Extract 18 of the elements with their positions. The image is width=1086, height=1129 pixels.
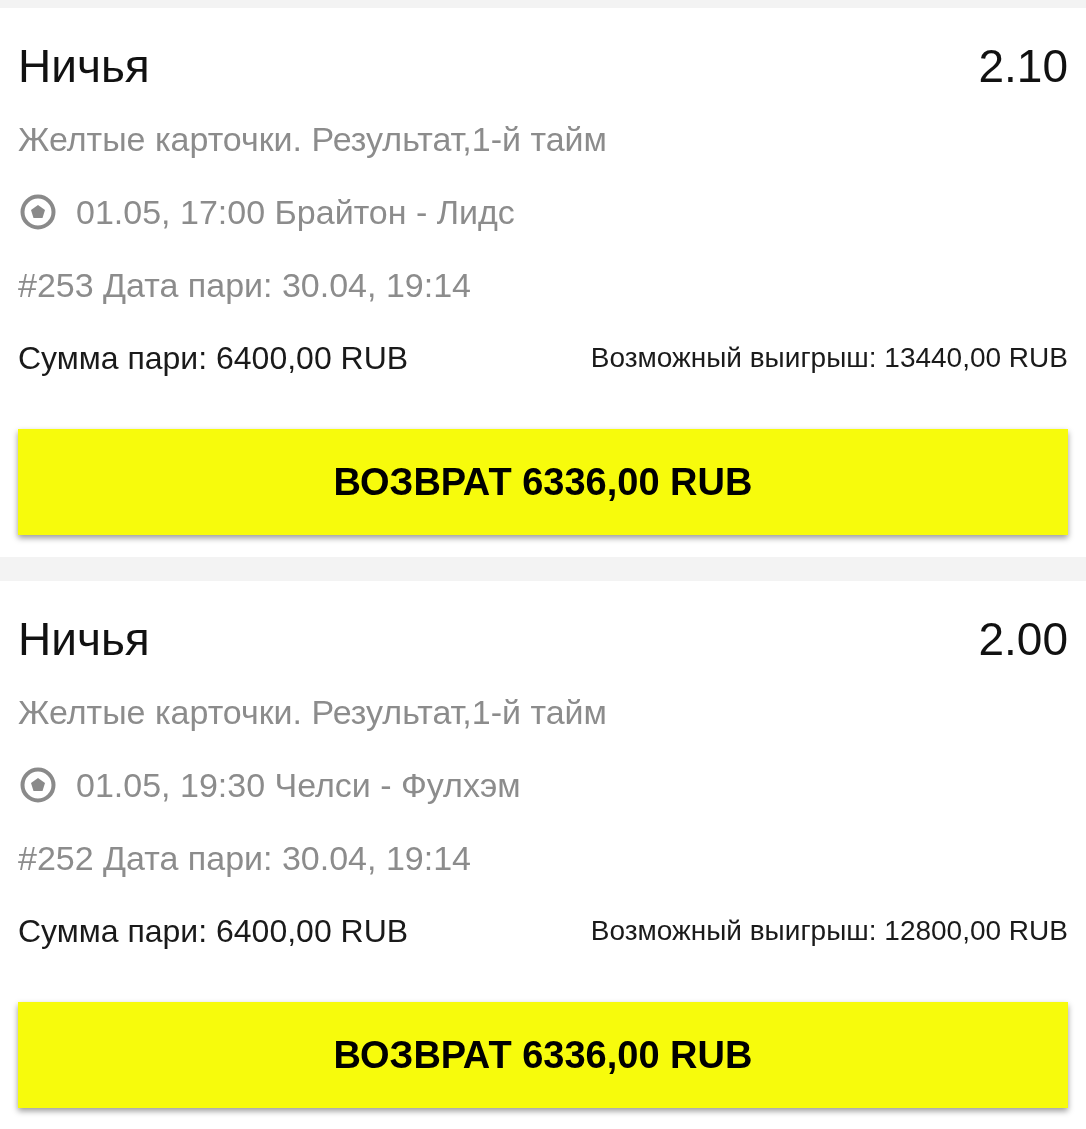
outcome-title: Ничья xyxy=(18,616,150,662)
odds-value: 2.10 xyxy=(978,43,1068,89)
soccer-ball-icon xyxy=(20,193,56,230)
stake-text: Сумма пари: 6400,00 RUB xyxy=(18,342,409,374)
odds-value: 2.00 xyxy=(978,616,1068,662)
event-text: 01.05, 19:30 Челси - Фулхэм xyxy=(76,767,521,802)
market-name: Желтые карточки. Результат,1-й тайм xyxy=(18,694,607,729)
cashout-button[interactable]: ВОЗВРАТ 6336,00 RUB xyxy=(18,1002,1068,1108)
cashout-button[interactable]: ВОЗВРАТ 6336,00 RUB xyxy=(18,429,1068,535)
soccer-ball-icon xyxy=(20,766,56,803)
bet-info-text: #253 Дата пари: 30.04, 19:14 xyxy=(18,267,471,302)
bet-info-text: #252 Дата пари: 30.04, 19:14 xyxy=(18,840,471,875)
stake-text: Сумма пари: 6400,00 RUB xyxy=(18,915,409,947)
potential-win-text: Возможный выигрыш: 13440,00 RUB xyxy=(590,344,1068,372)
outcome-title: Ничья xyxy=(18,43,150,89)
potential-win-text: Возможный выигрыш: 12800,00 RUB xyxy=(590,917,1068,945)
event-text: 01.05, 17:00 Брайтон - Лидс xyxy=(76,194,515,229)
market-name: Желтые карточки. Результат,1-й тайм xyxy=(18,121,607,156)
